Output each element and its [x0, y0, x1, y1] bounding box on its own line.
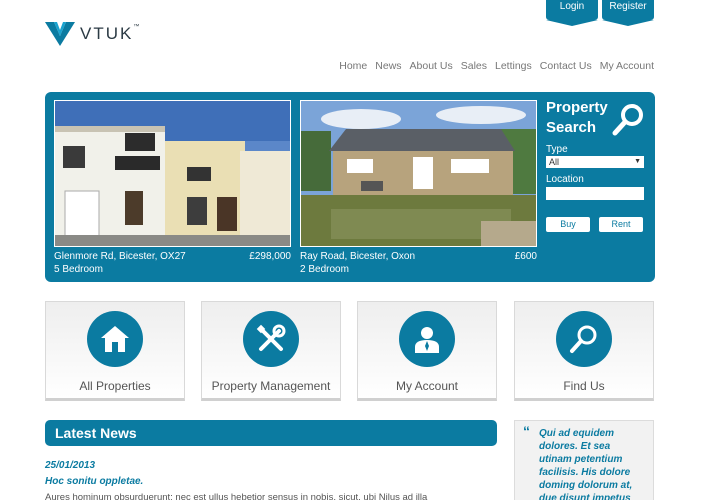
card-property-management[interactable]: Property Management [201, 301, 341, 401]
news-date: 25/01/2013 [45, 460, 96, 471]
card-my-account[interactable]: My Account [357, 301, 497, 401]
nav-news[interactable]: News [375, 60, 401, 72]
card-all-properties[interactable]: All Properties [45, 301, 185, 401]
house-icon [101, 326, 129, 352]
logo-mark-icon [45, 22, 75, 46]
location-label: Location [546, 174, 584, 185]
news-body: Aures hominum obsurduerunt; nec est ullu… [45, 492, 428, 500]
nav-lettings[interactable]: Lettings [495, 60, 532, 72]
property-search-form: Property Search Type All ▼ Location Buy … [546, 98, 646, 232]
card-label: All Properties [79, 379, 151, 393]
property-address[interactable]: Ray Road, Bicester, Oxon [300, 250, 537, 263]
type-select-value: All [549, 157, 560, 167]
nav-contact-us[interactable]: Contact Us [540, 60, 592, 72]
property-caption: Ray Road, Bicester, Oxon £600 2 Bedroom [300, 250, 537, 276]
card-find-us[interactable]: Find Us [514, 301, 654, 401]
login-tab[interactable]: Login [546, 0, 598, 26]
tools-icon [256, 324, 286, 351]
property-photo-image [301, 101, 536, 246]
type-label: Type [546, 144, 568, 155]
property-photo[interactable] [300, 100, 537, 247]
property-photo[interactable] [54, 100, 291, 247]
nav-home[interactable]: Home [339, 60, 367, 72]
nav-sales[interactable]: Sales [461, 60, 487, 72]
property-bedrooms: 2 Bedroom [300, 264, 349, 275]
card-icon-circle [243, 311, 299, 367]
testimonial-quote: “ Qui ad equidem dolores. Et sea utinam … [514, 420, 654, 500]
property-price: £298,000 [249, 251, 291, 262]
quote-text: Qui ad equidem dolores. Et sea utinam pe… [539, 428, 633, 500]
logo-text: VTUK™ [80, 24, 142, 43]
nav-about-us[interactable]: About Us [410, 60, 453, 72]
property-photo-image [55, 101, 290, 246]
featured-property-1[interactable]: Glenmore Rd, Bicester, OX27 £298,000 5 B… [54, 100, 291, 276]
type-select[interactable]: All ▼ [546, 156, 644, 168]
chevron-down-icon: ▼ [634, 158, 641, 165]
card-icon-circle [556, 311, 612, 367]
property-search-title: Property Search [546, 99, 608, 136]
card-label: Find Us [563, 379, 605, 393]
card-label: Property Management [211, 379, 331, 393]
buy-button[interactable]: Buy [546, 217, 590, 232]
property-bedrooms: 5 Bedroom [54, 264, 103, 275]
latest-news-heading: Latest News [45, 420, 497, 446]
property-caption: Glenmore Rd, Bicester, OX27 £298,000 5 B… [54, 250, 291, 276]
search-icon [612, 104, 643, 136]
main-nav: Home News About Us Sales Lettings Contac… [339, 60, 654, 72]
news-headline[interactable]: Hoc sonitu oppletae. [45, 476, 143, 487]
rent-button[interactable]: Rent [599, 217, 643, 232]
featured-property-2[interactable]: Ray Road, Bicester, Oxon £600 2 Bedroom [300, 100, 537, 276]
hero-panel: Glenmore Rd, Bicester, OX27 £298,000 5 B… [45, 92, 655, 282]
card-icon-circle [87, 311, 143, 367]
user-icon [415, 327, 439, 353]
card-icon-circle [399, 311, 455, 367]
card-label: My Account [395, 379, 459, 393]
location-input[interactable] [546, 187, 644, 200]
property-price: £600 [514, 251, 537, 262]
quote-mark-icon: “ [523, 423, 530, 439]
nav-my-account[interactable]: My Account [600, 60, 654, 72]
logo[interactable]: VTUK™ [45, 22, 141, 46]
magnifier-icon [570, 325, 597, 353]
register-tab[interactable]: Register [602, 0, 654, 26]
